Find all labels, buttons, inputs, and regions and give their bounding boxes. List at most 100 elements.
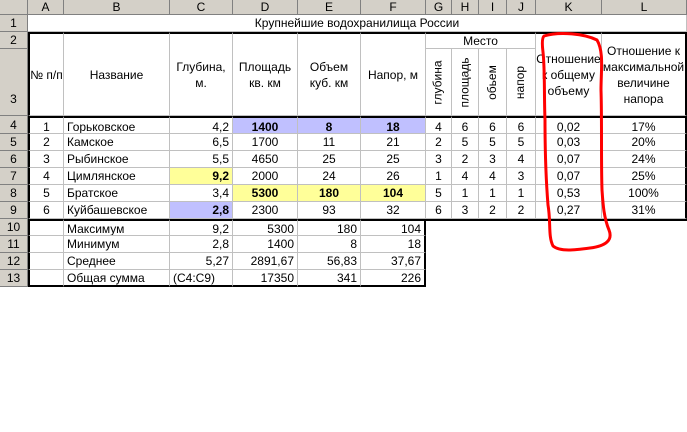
column-header-e[interactable]: E bbox=[298, 0, 361, 15]
row-header-12[interactable]: 12 bbox=[0, 253, 28, 270]
cell-stat-depth[interactable]: 5,27 bbox=[170, 253, 233, 270]
header-ratio-volume[interactable]: Отношение к общему объему bbox=[536, 32, 602, 116]
cell-volume[interactable]: 24 bbox=[298, 168, 361, 185]
header-place[interactable]: Место bbox=[426, 32, 536, 49]
cell-place-depth[interactable]: 4 bbox=[426, 116, 452, 134]
cell-stat-depth[interactable]: 9,2 bbox=[170, 219, 233, 236]
cell-area[interactable]: 1400 bbox=[233, 116, 298, 134]
cell-ratio-volume[interactable]: 0,03 bbox=[536, 134, 602, 151]
cell-place-volume[interactable]: 4 bbox=[479, 168, 507, 185]
cell-num[interactable]: 6 bbox=[28, 202, 64, 219]
cell-area[interactable]: 2000 bbox=[233, 168, 298, 185]
cell-depth[interactable]: 9,2 bbox=[170, 168, 233, 185]
cell-ratio-head[interactable]: 24% bbox=[602, 151, 687, 168]
cell-num[interactable]: 2 bbox=[28, 134, 64, 151]
cell-place-depth[interactable]: 6 bbox=[426, 202, 452, 219]
column-header-k[interactable]: K bbox=[536, 0, 602, 15]
cell-stat-area[interactable]: 2891,67 bbox=[233, 253, 298, 270]
row-header-7[interactable]: 7 bbox=[0, 168, 28, 185]
cell-stat-volume[interactable]: 341 bbox=[298, 270, 361, 287]
cell-place-depth[interactable]: 1 bbox=[426, 168, 452, 185]
cell-place-head[interactable]: 2 bbox=[507, 202, 536, 219]
cell-depth[interactable]: 4,2 bbox=[170, 116, 233, 134]
cell-area[interactable]: 5300 bbox=[233, 185, 298, 202]
cell-place-area[interactable]: 6 bbox=[452, 116, 479, 134]
cell-stat-label[interactable]: Среднее bbox=[64, 253, 170, 270]
cell-empty[interactable] bbox=[28, 270, 64, 287]
cell-stat-depth[interactable]: 2,8 bbox=[170, 236, 233, 253]
cell-place-area[interactable]: 3 bbox=[452, 202, 479, 219]
cell-stat-label[interactable]: Максимум bbox=[64, 219, 170, 236]
cell-head[interactable]: 18 bbox=[361, 116, 426, 134]
cell-ratio-head[interactable]: 17% bbox=[602, 116, 687, 134]
cell-stat-depth[interactable]: (C4:C9) bbox=[170, 270, 233, 287]
cell-place-depth[interactable]: 2 bbox=[426, 134, 452, 151]
row-header-13[interactable]: 13 bbox=[0, 270, 28, 287]
column-header-d[interactable]: D bbox=[233, 0, 298, 15]
cell-place-volume[interactable]: 3 bbox=[479, 151, 507, 168]
cell-place-depth[interactable]: 5 bbox=[426, 185, 452, 202]
cell-ratio-volume[interactable]: 0,07 bbox=[536, 168, 602, 185]
row-header-2[interactable]: 2 bbox=[0, 32, 28, 49]
cell-ratio-volume[interactable]: 0,53 bbox=[536, 185, 602, 202]
cell-empty[interactable] bbox=[28, 253, 64, 270]
cell-place-volume[interactable]: 5 bbox=[479, 134, 507, 151]
cell-ratio-volume[interactable]: 0,02 bbox=[536, 116, 602, 134]
cell-stat-volume[interactable]: 180 bbox=[298, 219, 361, 236]
cell-depth[interactable]: 5,5 bbox=[170, 151, 233, 168]
cell-ratio-head[interactable]: 31% bbox=[602, 202, 687, 219]
column-header-c[interactable]: C bbox=[170, 0, 233, 15]
cell-stat-label[interactable]: Минимум bbox=[64, 236, 170, 253]
column-header-b[interactable]: B bbox=[64, 0, 170, 15]
header-place-area[interactable]: площадь bbox=[452, 49, 479, 116]
cell-head[interactable]: 32 bbox=[361, 202, 426, 219]
cell-stat-area[interactable]: 5300 bbox=[233, 219, 298, 236]
cell-empty[interactable] bbox=[28, 236, 64, 253]
cell-head[interactable]: 104 bbox=[361, 185, 426, 202]
cell-ratio-head[interactable]: 25% bbox=[602, 168, 687, 185]
cell-stat-head[interactable]: 226 bbox=[361, 270, 426, 287]
row-header-3[interactable]: 3 bbox=[0, 49, 28, 116]
cell-name[interactable]: Братское bbox=[64, 185, 170, 202]
cell-stat-area[interactable]: 1400 bbox=[233, 236, 298, 253]
cell-depth[interactable]: 2,8 bbox=[170, 202, 233, 219]
header-name[interactable]: Название bbox=[64, 32, 170, 116]
cell-ratio-volume[interactable]: 0,27 bbox=[536, 202, 602, 219]
cell-ratio-head[interactable]: 20% bbox=[602, 134, 687, 151]
cell-volume[interactable]: 11 bbox=[298, 134, 361, 151]
cell-area[interactable]: 1700 bbox=[233, 134, 298, 151]
row-header-11[interactable]: 11 bbox=[0, 236, 28, 253]
cell-num[interactable]: 5 bbox=[28, 185, 64, 202]
column-header-i[interactable]: I bbox=[479, 0, 507, 15]
cell-place-area[interactable]: 2 bbox=[452, 151, 479, 168]
cell-place-area[interactable]: 4 bbox=[452, 168, 479, 185]
row-header-4[interactable]: 4 bbox=[0, 116, 28, 134]
cell-head[interactable]: 25 bbox=[361, 151, 426, 168]
header-place-volume[interactable]: обьем bbox=[479, 49, 507, 116]
header-place-depth[interactable]: глубина bbox=[426, 49, 452, 116]
column-header-g[interactable]: G bbox=[426, 0, 452, 15]
column-header-f[interactable]: F bbox=[361, 0, 426, 15]
select-all-corner[interactable] bbox=[0, 0, 28, 15]
row-header-6[interactable]: 6 bbox=[0, 151, 28, 168]
cell-stat-area[interactable]: 17350 bbox=[233, 270, 298, 287]
cell-volume[interactable]: 93 bbox=[298, 202, 361, 219]
empty-region[interactable] bbox=[426, 219, 687, 287]
cell-stat-head[interactable]: 104 bbox=[361, 219, 426, 236]
cell-place-head[interactable]: 6 bbox=[507, 116, 536, 134]
cell-name[interactable]: Горьковское bbox=[64, 116, 170, 134]
header-place-head[interactable]: напор bbox=[507, 49, 536, 116]
cell-name[interactable]: Цимлянское bbox=[64, 168, 170, 185]
cell-place-volume[interactable]: 6 bbox=[479, 116, 507, 134]
cell-num[interactable]: 1 bbox=[28, 116, 64, 134]
column-header-l[interactable]: L bbox=[602, 0, 687, 15]
column-header-j[interactable]: J bbox=[507, 0, 536, 15]
header-ratio-head[interactable]: Отношение к максимальной величине напора bbox=[602, 32, 687, 116]
cell-empty[interactable] bbox=[28, 219, 64, 236]
cell-ratio-volume[interactable]: 0,07 bbox=[536, 151, 602, 168]
cell-stat-label[interactable]: Общая сумма bbox=[64, 270, 170, 287]
cell-place-head[interactable]: 5 bbox=[507, 134, 536, 151]
cell-place-head[interactable]: 1 bbox=[507, 185, 536, 202]
cell-name[interactable]: Рыбинское bbox=[64, 151, 170, 168]
cell-head[interactable]: 21 bbox=[361, 134, 426, 151]
